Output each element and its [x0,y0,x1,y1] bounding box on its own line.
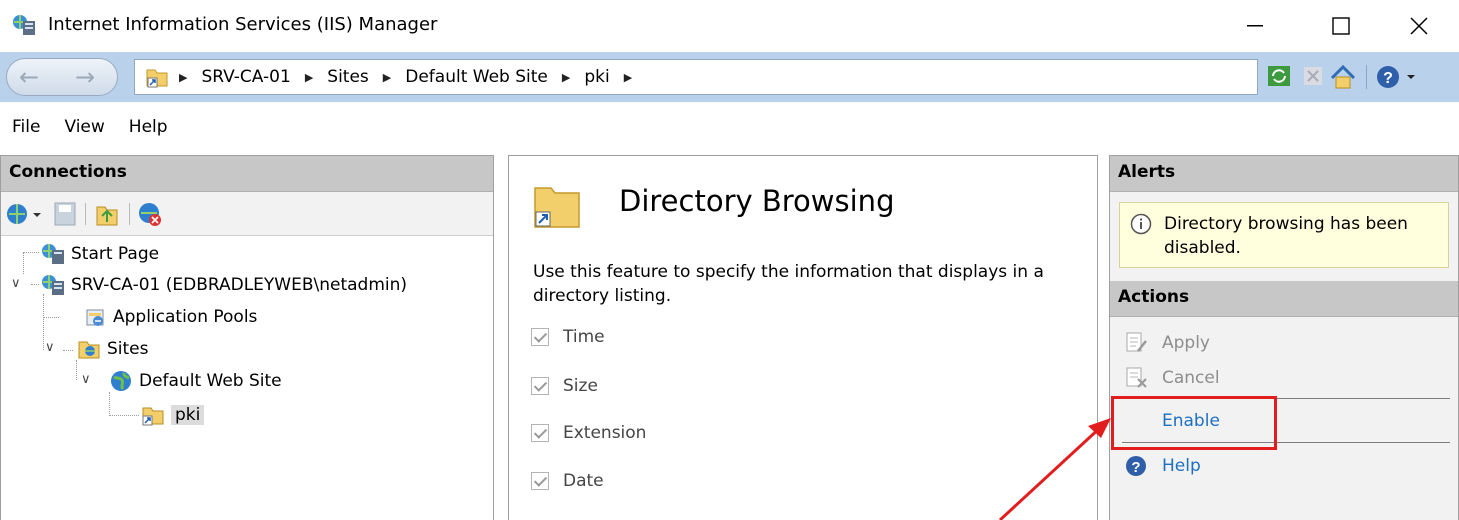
annotation-arrow [998,418,1111,520]
